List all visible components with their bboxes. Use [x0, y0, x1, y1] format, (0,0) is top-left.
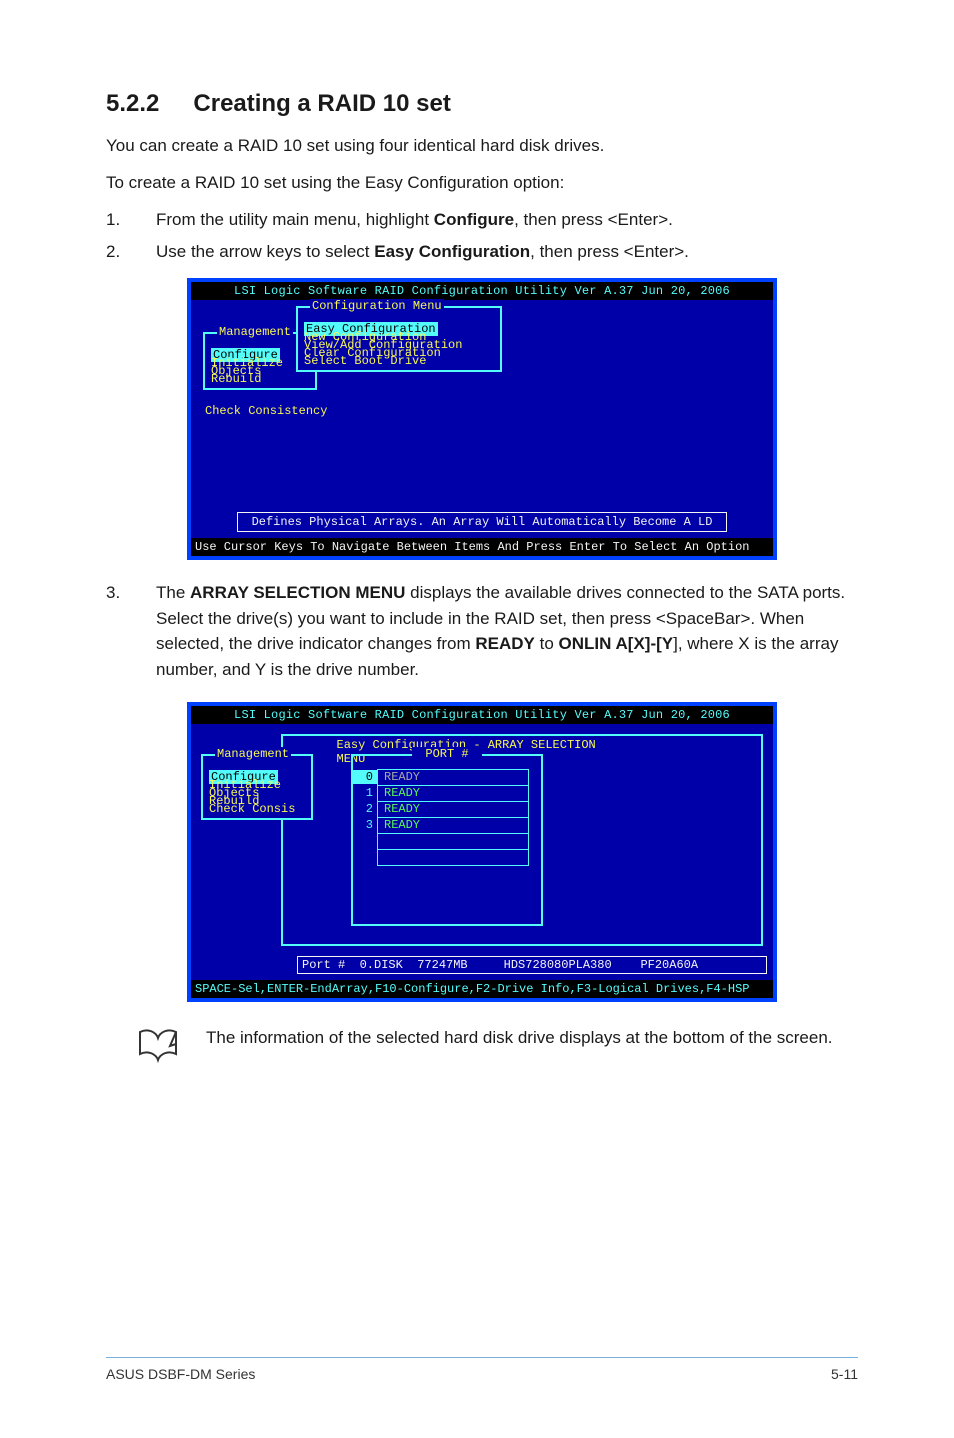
- port-status: READY: [377, 769, 529, 786]
- footer-left: ASUS DSBF-DM Series: [106, 1366, 255, 1382]
- port-status: READY: [377, 785, 529, 802]
- terminal2-footer: SPACE-Sel,ENTER-EndArray,F10-Configure,F…: [191, 980, 773, 998]
- terminal2-title: LSI Logic Software RAID Configuration Ut…: [191, 706, 773, 724]
- port-row-3[interactable]: 3 READY: [353, 816, 541, 834]
- terminal1-title: LSI Logic Software RAID Configuration Ut…: [191, 282, 773, 300]
- port-status: READY: [377, 817, 529, 834]
- note-text: The information of the selected hard dis…: [206, 1026, 833, 1051]
- port-row-1[interactable]: 1 READY: [353, 784, 541, 802]
- note-block: The information of the selected hard dis…: [136, 1026, 858, 1072]
- management-menu-box-2: Management Configure Initialize Objects …: [201, 754, 313, 820]
- configuration-menu-box: Configuration Menu Easy Configuration Ne…: [296, 306, 502, 372]
- port-index: 2: [353, 802, 377, 816]
- config-menu-title: Configuration Menu: [310, 299, 444, 313]
- port-row-empty: [353, 848, 541, 866]
- footer-right: 5-11: [831, 1366, 858, 1382]
- mgmt-menu-item-rebuild[interactable]: Rebuild: [211, 372, 309, 386]
- mgmt2-title: Management: [215, 747, 291, 761]
- step-2: Use the arrow keys to select Easy Config…: [106, 239, 858, 265]
- port-index: 1: [353, 786, 377, 800]
- port-status: READY: [377, 801, 529, 818]
- section-number: 5.2.2: [106, 90, 159, 118]
- drive-info-line: Port # 0.DISK 77247MB HDS728080PLA380 PF…: [297, 956, 767, 974]
- step3-bold-onlin: ONLIN A[X]-[Y: [559, 634, 674, 653]
- intro-paragraph-2: To create a RAID 10 set using the Easy C…: [106, 171, 858, 196]
- port-index: 3: [353, 818, 377, 832]
- port-row-2[interactable]: 2 READY: [353, 800, 541, 818]
- port-header: PORT #: [412, 747, 482, 761]
- port-index: 0: [353, 770, 377, 784]
- port-row-0[interactable]: 0 READY: [353, 768, 541, 786]
- mgmt-menu-title: Management: [217, 325, 293, 339]
- status-line-defines: Defines Physical Arrays. An Array Will A…: [237, 512, 727, 532]
- config-menu-item-boot[interactable]: Select Boot Drive: [304, 354, 494, 368]
- terminal1-footer: Use Cursor Keys To Navigate Between Item…: [191, 538, 773, 556]
- terminal-screenshot-1: LSI Logic Software RAID Configuration Ut…: [187, 278, 777, 560]
- step3-bold-ready: READY: [475, 634, 535, 653]
- terminal-screenshot-2: LSI Logic Software RAID Configuration Ut…: [187, 702, 777, 1002]
- port-row-empty: [353, 832, 541, 850]
- section-title-text: Creating a RAID 10 set: [193, 90, 450, 117]
- intro-paragraph-1: You can create a RAID 10 set using four …: [106, 134, 858, 159]
- port-selection-box: PORT # 0 READY 1 READY 2 READY 3: [351, 754, 543, 926]
- note-icon: [136, 1026, 180, 1072]
- step-3: The ARRAY SELECTION MENU displays the av…: [106, 580, 858, 682]
- step-1: From the utility main menu, highlight Co…: [106, 207, 858, 233]
- step3-bold-array: ARRAY SELECTION MENU: [190, 583, 405, 602]
- section-heading: 5.2.2 Creating a RAID 10 set: [106, 90, 858, 118]
- mgmt2-item-check-consis[interactable]: Check Consis: [209, 802, 305, 816]
- step2-bold: Easy Configuration: [374, 242, 530, 261]
- mgmt-menu-item-check-consistency[interactable]: Check Consistency: [205, 404, 327, 418]
- step1-bold: Configure: [434, 210, 514, 229]
- page-footer: ASUS DSBF-DM Series 5-11: [106, 1357, 858, 1382]
